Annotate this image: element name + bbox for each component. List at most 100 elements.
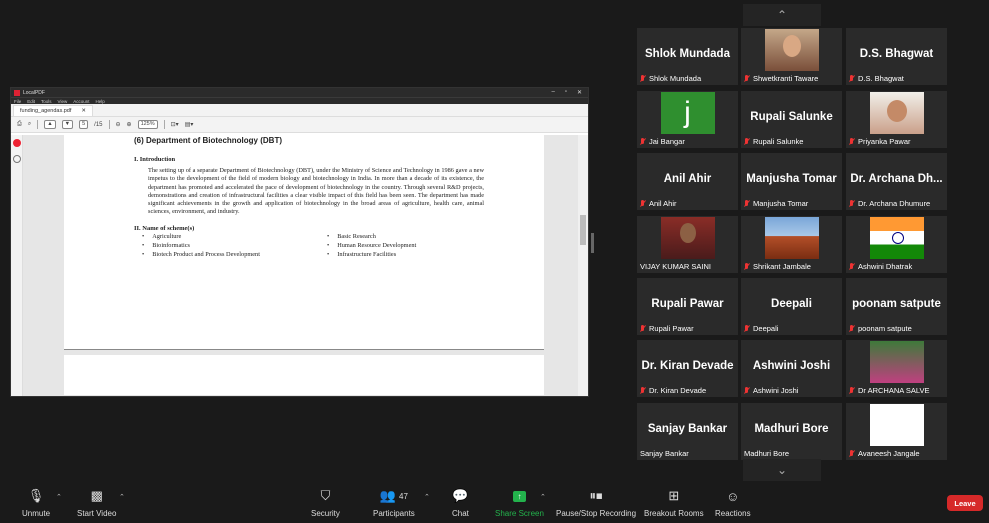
pdf-viewer-window: LocalPDF – ▫ ✕ File Edit Tools View Acco… (10, 87, 589, 397)
participant-tile[interactable]: Rupali Pawar Rupali Pawar (637, 278, 738, 335)
participant-name-label: Anil Ahir (640, 199, 677, 208)
security-button[interactable]: ⛉ Security (311, 487, 340, 518)
share-options-chevron-icon[interactable]: ⌃ (540, 493, 546, 501)
page-down-button[interactable]: ▼ (61, 120, 74, 129)
participant-display-name: Sanjay Bankar (647, 423, 728, 435)
participant-tile[interactable]: Shrikant Jambale (741, 216, 842, 273)
participant-name: Avaneesh Jangale (858, 449, 920, 458)
participant-tile[interactable]: Sanjay Bankar Sanjay Bankar (637, 403, 738, 460)
participant-tile[interactable]: Dr. Archana Dh... Dr. Archana Dhumure (846, 153, 947, 210)
breakout-rooms-button[interactable]: ⊞ Breakout Rooms (644, 487, 704, 518)
zoom-out-icon[interactable]: ⊖ (116, 121, 121, 128)
participant-tile[interactable]: poonam satpute poonam satpute (846, 278, 947, 335)
document-tab[interactable]: funding_agendas.pdf ✕ (13, 105, 93, 116)
search-icon[interactable]: ⌕ (28, 121, 31, 128)
start-video-label: Start Video (77, 509, 117, 518)
unmute-button[interactable]: 🎙 Unmute (22, 487, 50, 518)
audio-options-chevron-icon[interactable]: ⌃ (56, 493, 62, 501)
participant-name-label: Deepali (744, 324, 778, 333)
split-view-divider[interactable] (591, 233, 594, 253)
page-total: /15 (94, 121, 103, 128)
print-icon[interactable]: ⎙ (17, 121, 22, 128)
participant-name-label: Ashwini Joshi (744, 386, 798, 395)
close-button[interactable]: ✕ (577, 89, 582, 96)
participant-display-name: Dr. Kiran Devade (641, 360, 734, 372)
start-video-button[interactable]: ▩ Start Video (77, 487, 116, 518)
unmute-label: Unmute (22, 509, 51, 518)
info-icon[interactable] (13, 155, 21, 163)
participants-chevron-icon[interactable]: ⌃ (424, 493, 430, 501)
menu-help[interactable]: Help (96, 99, 105, 104)
menu-file[interactable]: File (14, 99, 21, 104)
scrollbar-thumb[interactable] (580, 215, 586, 245)
participant-display-name: Dr. Archana Dh... (850, 173, 943, 185)
tab-close-icon[interactable]: ✕ (81, 108, 86, 114)
participant-name: Ashwini Dhatrak (858, 262, 913, 271)
zoom-select[interactable]: 125% (137, 120, 158, 129)
pdf-toolbar: ⎙ ⌕ ▲ ▼ 5 /15 ⊖ ⊕ 125% ⊡▾ ▤▾ (11, 117, 588, 133)
participant-tile[interactable]: Dr. Kiran Devade Dr. Kiran Devade (637, 340, 738, 397)
pdf-scrollbar[interactable] (578, 135, 588, 396)
participant-video (660, 217, 715, 259)
participant-name: Anil Ahir (649, 199, 677, 208)
participant-video (869, 217, 924, 259)
participant-video (869, 404, 924, 446)
participant-video (869, 92, 924, 134)
participant-tile[interactable]: Deepali Deepali (741, 278, 842, 335)
participant-tile[interactable]: Priyanka Pawar (846, 91, 947, 148)
participant-tile[interactable]: Manjusha Tomar Manjusha Tomar (741, 153, 842, 210)
fit-page-icon[interactable]: ⊡▾ (171, 121, 179, 128)
participant-tile[interactable]: Rupali Salunke Rupali Salunke (741, 91, 842, 148)
recording-button[interactable]: ⏸⏹ Pause/Stop Recording (556, 487, 636, 518)
muted-mic-icon (744, 199, 750, 208)
participant-name: Shwetkranti Taware (753, 74, 819, 83)
page-number-input[interactable]: 5 (79, 120, 89, 129)
shield-icon: ⛉ (320, 488, 331, 503)
muted-mic-icon (849, 74, 855, 83)
participant-tile[interactable]: VIJAY KUMAR SAINI (637, 216, 738, 273)
maximize-button[interactable]: ▫ (565, 89, 567, 96)
participant-tile[interactable]: Anil Ahir Anil Ahir (637, 153, 738, 210)
minimize-button[interactable]: – (551, 89, 554, 96)
pdf-tabbar: funding_agendas.pdf ✕ (11, 104, 588, 117)
gallery-next-chevron-icon[interactable]: ⌄ (743, 459, 821, 481)
section-title: I. Introduction (134, 156, 176, 163)
participant-name: VIJAY KUMAR SAINI (640, 262, 711, 271)
participant-tile[interactable]: D.S. Bhagwat D.S. Bhagwat (846, 28, 947, 85)
muted-mic-icon (849, 386, 855, 395)
share-screen-button[interactable]: ↑ Share Screen (495, 487, 544, 518)
menu-tools[interactable]: Tools (41, 99, 52, 104)
participant-display-name: Manjusha Tomar (746, 173, 837, 185)
participant-tile[interactable]: Madhuri Bore Madhuri Bore (741, 403, 842, 460)
reactions-button[interactable]: ☺ Reactions (715, 487, 751, 519)
participants-button[interactable]: 👥 47 Participants (373, 487, 415, 518)
menu-account[interactable]: Account (73, 99, 89, 104)
view-mode-icon[interactable]: ▤▾ (185, 121, 194, 128)
participant-name-label: Dr ARCHANA SALVE (849, 386, 930, 395)
participant-tile[interactable]: Shwetkranti Taware (741, 28, 842, 85)
participant-tile[interactable]: j Jai Bangar (637, 91, 738, 148)
participant-name-label: Ashwini Dhatrak (849, 262, 912, 271)
page-up-button[interactable]: ▲ (44, 120, 56, 129)
leave-button[interactable]: Leave (947, 495, 983, 511)
participant-name: Priyanka Pawar (858, 137, 911, 146)
menu-view[interactable]: View (58, 99, 68, 104)
separator (108, 120, 110, 129)
participant-tile[interactable]: Ashwini Joshi Ashwini Joshi (741, 340, 842, 397)
participant-tile[interactable]: Dr ARCHANA SALVE (846, 340, 947, 397)
participant-name: Sanjay Bankar (640, 449, 689, 458)
video-options-chevron-icon[interactable]: ⌃ (119, 493, 125, 501)
participant-tile[interactable]: Avaneesh Jangale (846, 403, 947, 460)
muted-mic-icon (640, 137, 646, 146)
zoom-in-icon[interactable]: ⊕ (127, 121, 132, 128)
pdf-tools-icon[interactable] (13, 139, 21, 147)
muted-mic-icon (640, 324, 646, 333)
list-item: Infrastructure Facilities (327, 250, 507, 259)
participant-tile[interactable]: Shlok Mundada Shlok Mundada (637, 28, 738, 85)
gallery-prev-chevron-icon[interactable]: ⌃ (743, 4, 821, 26)
chat-button[interactable]: 💬 Chat (452, 487, 469, 518)
participant-name: poonam satpute (858, 324, 912, 333)
participant-tile[interactable]: Ashwini Dhatrak (846, 216, 947, 273)
pdf-body: (6) Department of Biotechnology (DBT) I.… (11, 135, 588, 396)
menu-edit[interactable]: Edit (27, 99, 35, 104)
